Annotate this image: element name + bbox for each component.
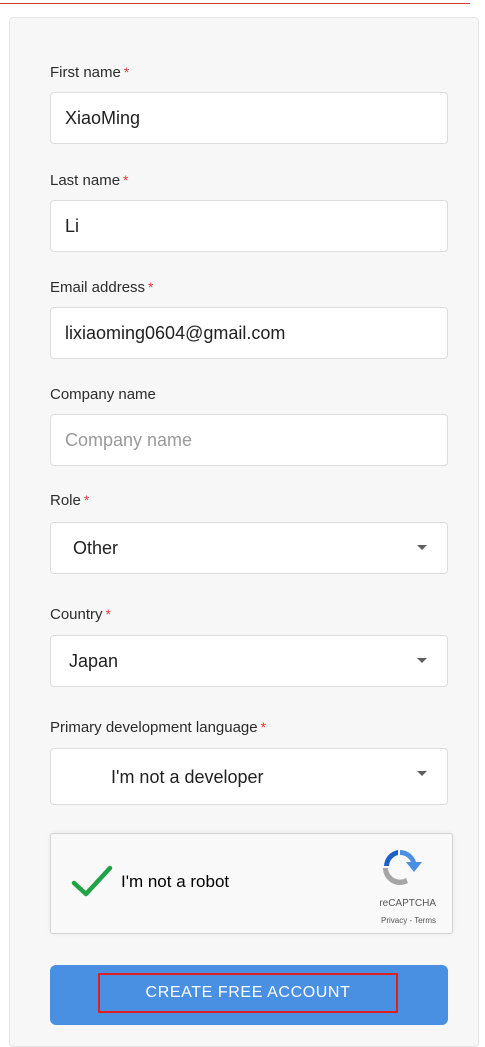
- required-asterisk: *: [148, 279, 154, 295]
- first-name-label: First name *: [50, 64, 130, 81]
- checkmark-icon: [71, 865, 113, 897]
- last-name-input[interactable]: Li: [50, 200, 448, 252]
- chevron-down-icon: [417, 771, 427, 776]
- recaptcha-label: I'm not a robot: [121, 872, 230, 891]
- recaptcha-logo-icon: [378, 846, 422, 893]
- first-name-field: First name * XiaoMing: [50, 62, 448, 144]
- recaptcha-links: Privacy - Terms: [381, 916, 436, 925]
- last-name-label: Last name *: [50, 172, 129, 189]
- country-label: Country *: [50, 606, 111, 623]
- recaptcha-checkbox[interactable]: [71, 864, 113, 905]
- language-label: Primary development language *: [50, 719, 267, 736]
- required-asterisk: *: [123, 172, 129, 188]
- company-field: Company name Company name: [50, 385, 448, 466]
- country-selected-value: Japan: [69, 651, 119, 671]
- role-selected-value: Other: [73, 538, 119, 558]
- chevron-down-icon: [417, 545, 427, 550]
- first-name-input[interactable]: XiaoMing: [50, 92, 448, 144]
- create-account-button-label: CREATE FREE ACCOUNT: [98, 973, 398, 1013]
- chevron-down-icon: [417, 658, 427, 663]
- language-field: Primary development language * I'm not a …: [50, 717, 448, 805]
- company-label: Company name: [50, 386, 156, 403]
- language-selected-value: I'm not a developer: [111, 767, 264, 787]
- last-name-field: Last name * Li: [50, 170, 448, 252]
- language-select[interactable]: I'm not a developer: [50, 748, 448, 805]
- recaptcha-brand: reCAPTCHA: [379, 898, 436, 909]
- top-rule: [0, 0, 470, 4]
- company-input[interactable]: Company name: [50, 414, 448, 466]
- required-asterisk: *: [83, 492, 90, 508]
- country-select[interactable]: Japan: [50, 635, 448, 687]
- terms-link[interactable]: Terms: [414, 916, 436, 925]
- email-label: Email address *: [50, 279, 154, 296]
- create-account-button[interactable]: CREATE FREE ACCOUNT: [50, 965, 448, 1025]
- role-label: Role *: [50, 492, 90, 509]
- role-field: Role * Other: [50, 490, 448, 574]
- recaptcha-widget: I'm not a robot reCAPTCHA Privacy - Term…: [50, 833, 453, 934]
- required-asterisk: *: [105, 606, 111, 622]
- email-input[interactable]: lixiaoming0604@gmail.com: [50, 307, 448, 359]
- email-field: Email address * lixiaoming0604@gmail.com: [50, 277, 448, 359]
- country-field: Country * Japan: [50, 604, 448, 687]
- role-select[interactable]: Other: [50, 522, 448, 574]
- privacy-link[interactable]: Privacy: [381, 916, 407, 925]
- required-asterisk: *: [123, 64, 130, 80]
- required-asterisk: *: [260, 719, 267, 735]
